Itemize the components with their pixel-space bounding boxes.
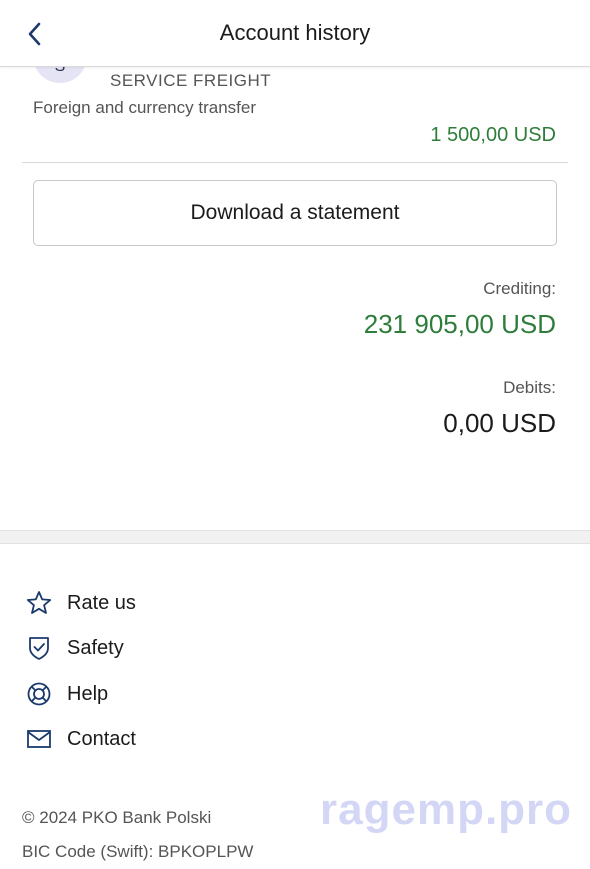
star-icon bbox=[25, 589, 53, 617]
menu-item-help[interactable]: Help bbox=[25, 679, 108, 709]
watermark: ragemp.pro bbox=[320, 785, 573, 834]
menu-item-label: Rate us bbox=[67, 591, 136, 614]
debits-value: 0,00 USD bbox=[443, 408, 556, 438]
transaction-name: SERVICE FREIGHT bbox=[110, 71, 272, 90]
transaction-type: Foreign and currency transfer bbox=[33, 98, 256, 117]
crediting-label: Crediting: bbox=[483, 279, 556, 298]
menu-item-label: Help bbox=[67, 682, 109, 705]
menu-item-safety[interactable]: Safety bbox=[25, 633, 124, 663]
copyright-text: © 2024 PKO Bank Polski bbox=[22, 808, 212, 827]
bic-code-text: BIC Code (Swift): BPKOPLPW bbox=[22, 842, 254, 861]
menu-item-contact[interactable]: Contact bbox=[25, 724, 136, 754]
divider bbox=[22, 162, 568, 163]
menu-item-label: Contact bbox=[67, 727, 136, 750]
app-header: Account history bbox=[0, 0, 590, 67]
shield-icon bbox=[25, 634, 53, 662]
transaction-item[interactable]: S SERVICE FREIGHT Foreign and currency t… bbox=[0, 67, 590, 163]
page-title: Account history bbox=[219, 20, 371, 45]
download-statement-button[interactable]: Download a statement bbox=[33, 180, 557, 246]
avatar: S bbox=[33, 67, 87, 83]
section-separator bbox=[0, 530, 590, 544]
transaction-amount: 1 500,00 USD bbox=[430, 124, 556, 146]
menu-item-rate-us[interactable]: Rate us bbox=[25, 588, 136, 618]
lifebuoy-icon bbox=[25, 680, 53, 708]
envelope-icon bbox=[25, 725, 53, 753]
crediting-value: 231 905,00 USD bbox=[363, 309, 556, 339]
debits-label: Debits: bbox=[503, 378, 556, 397]
avatar-letter: S bbox=[55, 67, 66, 76]
menu-item-label: Safety bbox=[67, 636, 124, 659]
